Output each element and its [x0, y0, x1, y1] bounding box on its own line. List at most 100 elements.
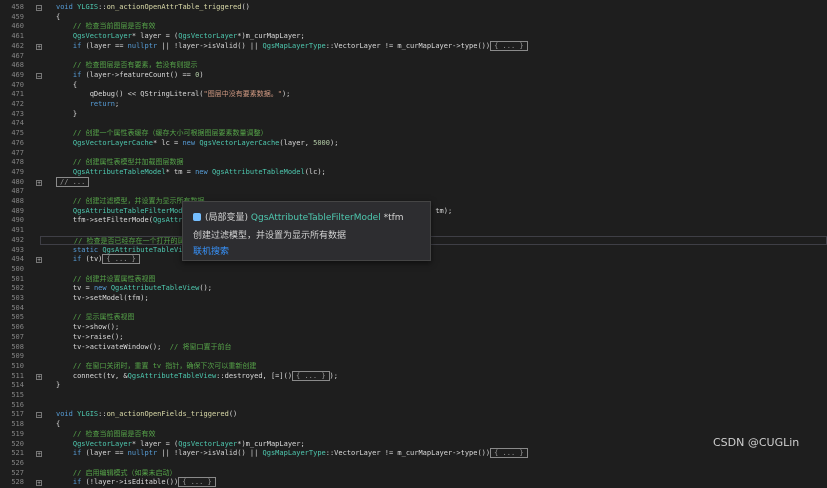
- expand-fold-icon[interactable]: +: [36, 451, 42, 458]
- watermark: CSDN @CUGLin: [713, 436, 800, 449]
- line-number: 514: [11, 381, 24, 390]
- code-line[interactable]: tv->activateWindow(); // 将窗口置于前台: [56, 343, 232, 353]
- code-line[interactable]: tv->raise();: [56, 333, 124, 343]
- line-number: 505: [11, 313, 24, 322]
- line-number: 492: [11, 235, 24, 244]
- code-line[interactable]: // 检查当前图层是否有效: [56, 430, 156, 440]
- line-number: 474: [11, 119, 24, 128]
- online-search-link[interactable]: 联机搜索: [193, 247, 229, 257]
- collapsed-region[interactable]: { ... }: [178, 477, 216, 488]
- line-number: 477: [11, 148, 24, 157]
- line-number: 469: [11, 70, 24, 79]
- expand-fold-icon[interactable]: +: [36, 179, 42, 186]
- code-line[interactable]: {: [56, 81, 77, 91]
- code-line[interactable]: connect(tv, &QgsAttributeTableView::dest…: [56, 370, 338, 382]
- line-number: 515: [11, 391, 24, 399]
- local-variable-icon: [193, 213, 201, 221]
- line-number: 517: [11, 410, 24, 419]
- tooltip-type-name: QgsAttributeTableFilterModel: [250, 213, 381, 223]
- line-number: 491: [11, 226, 24, 235]
- code-line[interactable]: // 检查当前图层是否有效: [56, 22, 156, 32]
- expand-fold-icon[interactable]: +: [36, 43, 42, 50]
- code-line[interactable]: tv->show();: [56, 323, 119, 333]
- line-number: 471: [11, 90, 24, 99]
- quick-info-tooltip: (局部变量) QgsAttributeTableFilterModel *tfm…: [182, 201, 431, 261]
- code-line[interactable]: }: [56, 110, 77, 120]
- code-line[interactable]: }: [56, 381, 60, 391]
- line-number: 501: [11, 274, 24, 283]
- line-number: 493: [11, 245, 24, 254]
- code-line[interactable]: tv = new QgsAttributeTableView();: [56, 284, 212, 294]
- tooltip-scope: (局部变量): [205, 213, 249, 223]
- line-number: 487: [11, 187, 24, 196]
- collapsed-region[interactable]: // ...: [56, 176, 90, 187]
- code-line[interactable]: QgsVectorLayer* layer = (QgsVectorLayer*…: [56, 32, 305, 42]
- line-number: 459: [11, 12, 24, 21]
- collapse-fold-icon[interactable]: −: [36, 72, 42, 79]
- code-line[interactable]: // 显示属性表视图: [56, 313, 135, 323]
- code-line[interactable]: if (tv){ ... }: [56, 254, 140, 265]
- code-line[interactable]: {: [56, 13, 60, 23]
- code-line[interactable]: return;: [56, 100, 120, 110]
- line-number: 521: [11, 449, 24, 458]
- line-number: 462: [11, 41, 24, 50]
- tooltip-signature: (局部变量) QgsAttributeTableFilterModel *tfm: [193, 210, 404, 223]
- code-line[interactable]: // 检查图层是否有要素，若没有则提示: [56, 61, 198, 71]
- code-line[interactable]: void YLGIS::on_actionOpenFields_triggere…: [56, 410, 237, 420]
- line-number: 467: [11, 51, 24, 60]
- line-number: 461: [11, 32, 24, 41]
- tooltip-description: 创建过滤模型，并设置为显示所有数据: [193, 231, 347, 241]
- collapsed-region[interactable]: { ... }: [102, 254, 140, 265]
- code-line[interactable]: {: [56, 420, 60, 430]
- expand-fold-icon[interactable]: +: [36, 373, 42, 380]
- line-number: 460: [11, 22, 24, 31]
- line-number: 527: [11, 468, 24, 477]
- line-number: 500: [11, 264, 24, 273]
- line-number: 511: [11, 371, 24, 380]
- code-line[interactable]: // 检查是否已经存在一个打开的属性: [40, 235, 827, 246]
- expand-fold-icon[interactable]: +: [36, 480, 42, 487]
- line-number: 489: [11, 206, 24, 215]
- line-number: 516: [11, 400, 24, 409]
- line-number: 458: [11, 3, 24, 11]
- line-number: 478: [11, 158, 24, 167]
- code-line[interactable]: QgsVectorLayerCache* lc = new QgsVectorL…: [56, 139, 339, 149]
- line-number: 468: [11, 61, 24, 70]
- line-number: 480: [11, 177, 24, 186]
- code-line[interactable]: // 创建属性表模型并加载图层数据: [56, 158, 184, 168]
- line-number: 475: [11, 129, 24, 138]
- line-number: 479: [11, 167, 24, 176]
- line-number: 490: [11, 216, 24, 225]
- code-line[interactable]: // 创建一个属性表缓存（缓存大小可根据图层要素数量调整）: [56, 129, 268, 139]
- collapsed-region[interactable]: { ... }: [490, 448, 528, 459]
- line-number: 470: [11, 80, 24, 89]
- code-line[interactable]: QgsAttributeTableModel* tm = new QgsAttr…: [56, 168, 326, 178]
- line-number: 519: [11, 429, 24, 438]
- collapse-fold-icon[interactable]: −: [36, 412, 42, 419]
- code-line[interactable]: if (layer == nullptr || !layer->isValid(…: [56, 448, 528, 459]
- code-line[interactable]: QgsVectorLayer* layer = (QgsVectorLayer*…: [56, 440, 305, 450]
- code-line[interactable]: void YLGIS::on_actionOpenAttrTable_trigg…: [56, 3, 250, 13]
- line-number: 510: [11, 361, 24, 370]
- line-number: 507: [11, 332, 24, 341]
- expand-fold-icon[interactable]: +: [36, 257, 42, 264]
- code-line[interactable]: if (layer == nullptr || !layer->isValid(…: [56, 40, 528, 52]
- collapsed-region[interactable]: { ... }: [292, 370, 330, 381]
- code-line[interactable]: // ...: [56, 176, 90, 188]
- code-line[interactable]: if (!layer->isEditable()){ ... }: [56, 477, 216, 488]
- line-number: 528: [11, 478, 24, 487]
- code-line[interactable]: if (layer->featureCount() == 0): [56, 71, 204, 81]
- line-number: 518: [11, 420, 24, 429]
- tooltip-var-name: *tfm: [383, 213, 404, 223]
- code-line[interactable]: // 创建并设置属性表视图: [56, 275, 156, 285]
- code-line[interactable]: tv->setModel(tfm);: [56, 294, 149, 304]
- collapsed-region[interactable]: { ... }: [490, 40, 528, 51]
- collapse-fold-icon[interactable]: −: [36, 5, 42, 12]
- line-number: 494: [11, 255, 24, 264]
- code-line[interactable]: // 启用编辑模式（如果未启动）: [56, 469, 177, 479]
- code-line[interactable]: // 在窗口关闭时，重置 tv 指针，确保下次可以重新创建: [56, 362, 257, 372]
- line-number: 526: [11, 458, 24, 467]
- line-number: 473: [11, 109, 24, 118]
- code-line[interactable]: qDebug() << QStringLiteral("图层中没有要素数据。")…: [56, 90, 291, 100]
- line-number: 504: [11, 303, 24, 312]
